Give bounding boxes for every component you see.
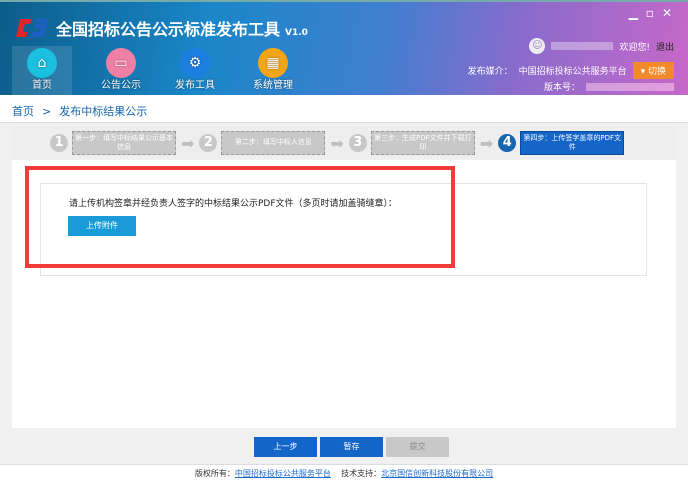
apps-icon: ▦ [258, 48, 288, 78]
copyright-link[interactable]: 中国招标投标公共服务平台 [235, 469, 331, 478]
step-indicator: 1 第一步：填写中标结果公示基本信息 ➡ 2 第二步：填写中标人信息 ➡ 3 第三步：生成… [12, 127, 676, 159]
arrow-right-icon: ➡ [181, 133, 195, 153]
version-label: 版本号： [543, 83, 580, 93]
nav-publish-tools[interactable]: ⚙ 发布工具 [165, 46, 225, 95]
arrow-right-icon: ➡ [330, 133, 344, 153]
nav-label: 公告公示 [101, 80, 141, 91]
version-info: 版本号： [544, 80, 674, 93]
media-value: 中国招标投标公共服务平台 [518, 67, 627, 77]
support-label: 技术支持： [341, 469, 382, 478]
app-header: 全国招标公告公示标准发布工具 V1.0 ▁▫✕ ⌂ 首页 ▭ 公告公示 ⚙ 发布工具 ▦… [0, 0, 688, 95]
breadcrumb-current: 发布中标结果公示 [59, 105, 148, 118]
nav-announcements[interactable]: ▭ 公告公示 [91, 46, 151, 95]
step-1: 第一步：填写中标结果公示基本信息 [72, 131, 176, 155]
step-number: 4 [498, 134, 517, 152]
switch-button[interactable]: ▾ 切换 [632, 62, 674, 79]
prev-step-button[interactable]: 上一步 [254, 437, 317, 457]
arrow-right-icon: ➡ [479, 133, 494, 153]
title-text: 全国招标公告公示标准发布工具 [56, 20, 281, 39]
app-title: 全国招标公告公示标准发布工具 V1.0 [56, 16, 308, 40]
username-redacted [551, 42, 614, 50]
step-number: 2 [199, 134, 218, 152]
breadcrumb: 首页 > 发布中标结果公示 [0, 95, 688, 123]
user-info: ☺ 欢迎您! 退出 [529, 38, 674, 54]
breadcrumb-sep: > [42, 105, 52, 118]
gear-icon: ⚙ [180, 48, 210, 78]
step-3: 第三步：生成PDF文件并下载打印 [370, 131, 475, 155]
logout-link[interactable]: 退出 [656, 40, 674, 53]
minimize-icon[interactable]: ▁ [629, 6, 646, 20]
maximize-icon[interactable]: ▫ [646, 6, 662, 20]
footer: 版权所有：中国招标投标公共服务平台 技术支持：北京国信创新科技股份有限公司 [0, 468, 688, 479]
copyright-label: 版权所有： [194, 469, 235, 478]
version-redacted [586, 82, 674, 91]
home-icon: ⌂ [27, 48, 57, 78]
support-link[interactable]: 北京国信创新科技股份有限公司 [381, 469, 493, 478]
save-draft-button[interactable]: 暂存 [320, 437, 383, 457]
logo-icon [16, 19, 48, 37]
main-content: 请上传机构签章并经负责人签字的中标结果公示PDF文件（多页时请加盖骑缝章）： 上… [12, 160, 676, 428]
version-text: V1.0 [285, 28, 308, 38]
step-4-active: 第四步：上传签字盖章的PDF文件 [520, 131, 625, 155]
highlight-box [25, 166, 455, 268]
welcome-text: 欢迎您! [619, 42, 650, 53]
close-icon[interactable]: ✕ [662, 6, 680, 20]
nav-label: 发布工具 [175, 80, 215, 91]
nav-label: 首页 [32, 80, 52, 91]
breadcrumb-home[interactable]: 首页 [12, 105, 34, 118]
window-controls: ▁▫✕ [629, 6, 680, 20]
media-label: 发布媒介： [467, 67, 513, 77]
media-info: 发布媒介： 中国招标投标公共服务平台 ▾ 切换 [468, 62, 674, 79]
step-2: 第二步：填写中标人信息 [221, 131, 326, 155]
action-bar: 上一步 暂存 提交 [0, 428, 688, 465]
nav-system-admin[interactable]: ▦ 系统管理 [243, 46, 303, 95]
avatar: ☺ [529, 38, 546, 54]
submit-button[interactable]: 提交 [386, 437, 449, 457]
board-icon: ▭ [106, 48, 136, 78]
nav-label: 系统管理 [253, 80, 293, 91]
nav-home[interactable]: ⌂ 首页 [12, 46, 72, 95]
step-number: 3 [348, 134, 367, 152]
step-number: 1 [50, 134, 68, 152]
